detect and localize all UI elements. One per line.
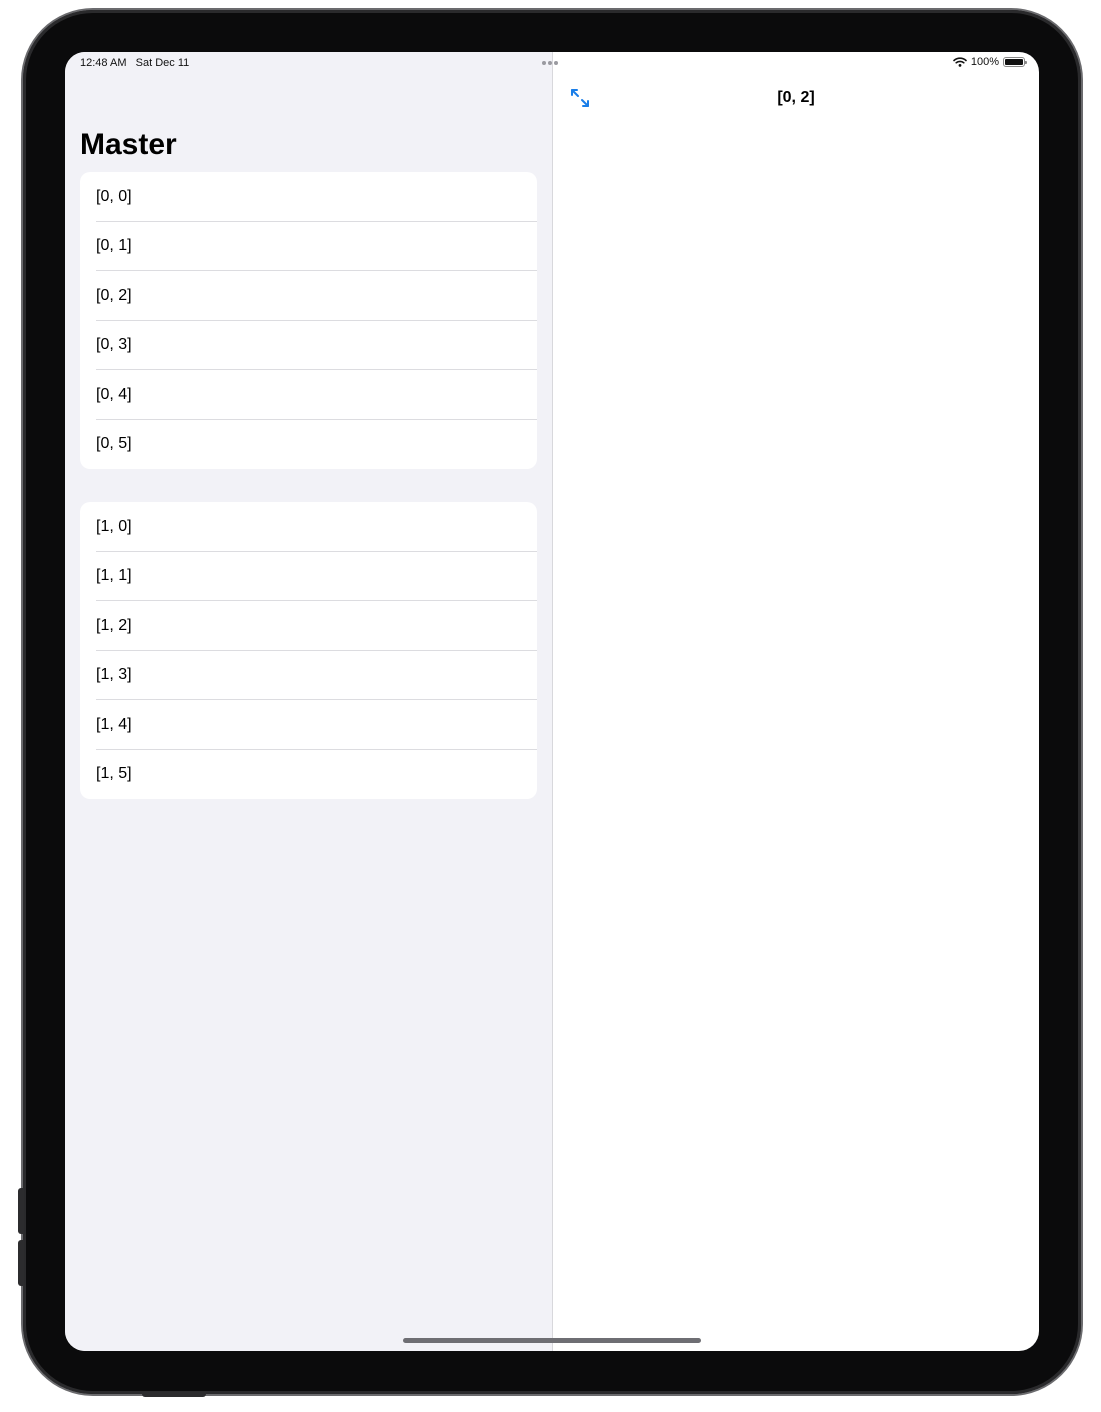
top-button [142,1392,206,1397]
list-row-0-4[interactable]: [0, 4] [80,370,537,420]
battery-percent: 100% [970,56,999,68]
section-group-0: [0, 0] [0, 1] [0, 2] [0, 3] [0, 4] [0, 5… [80,172,537,469]
detail-title: [0, 2] [777,89,815,106]
status-time: 12:48 AM [80,57,127,69]
list-row-1-4[interactable]: [1, 4] [80,700,537,750]
list-row-0-2[interactable]: [0, 2] [80,271,537,321]
section-group-1: [1, 0] [1, 1] [1, 2] [1, 3] [1, 4] [1, 5… [80,502,537,799]
list-row-1-1[interactable]: [1, 1] [80,552,537,602]
list-row-0-0[interactable]: [0, 0] [80,172,537,222]
list-row-0-5[interactable]: [0, 5] [80,420,537,470]
master-pane: 12:48 AM Sat Dec 11 Master [0, 0] [0, 1]… [65,52,552,1351]
home-indicator[interactable] [403,1338,701,1343]
volume-up-button [18,1188,24,1234]
wifi-icon [953,57,967,67]
split-divider[interactable] [552,52,553,1351]
status-date: Sat Dec 11 [135,57,190,69]
list-row-1-0[interactable]: [1, 0] [80,502,537,552]
list-row-1-2[interactable]: [1, 2] [80,601,537,651]
list-row-1-3[interactable]: [1, 3] [80,651,537,701]
battery-full-icon [1003,57,1027,67]
volume-down-button [18,1240,24,1286]
list-row-0-3[interactable]: [0, 3] [80,321,537,371]
status-right: 100% [953,56,1027,68]
master-title: Master [80,128,177,161]
multitasking-menu-icon[interactable] [542,61,558,65]
status-time-date: 12:48 AM Sat Dec 11 [80,57,189,69]
list-row-0-1[interactable]: [0, 1] [80,222,537,272]
list-row-1-5[interactable]: [1, 5] [80,750,537,800]
screen: 12:48 AM Sat Dec 11 Master [0, 0] [0, 1]… [65,52,1039,1351]
